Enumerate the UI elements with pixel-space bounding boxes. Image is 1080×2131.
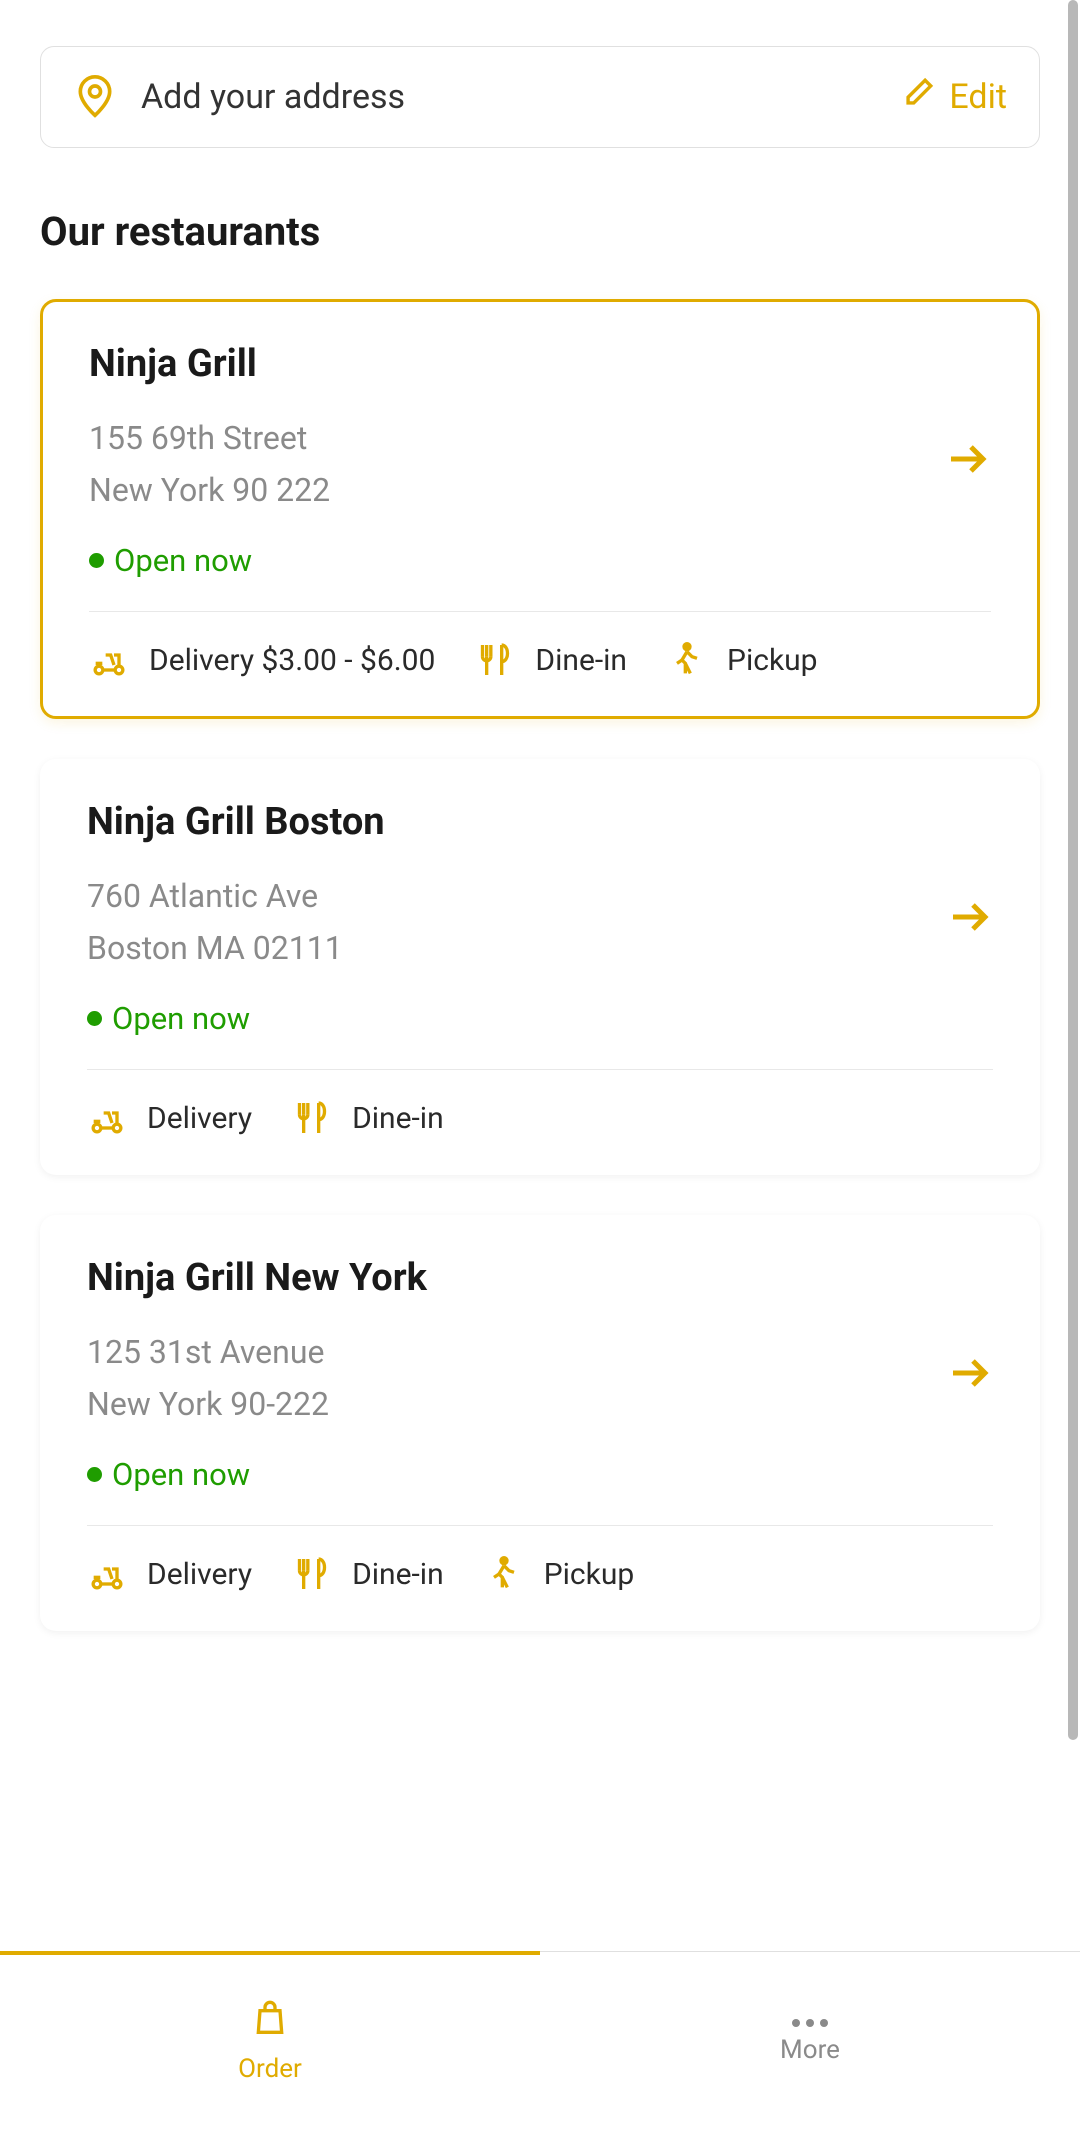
- service-item: Delivery: [87, 1554, 252, 1594]
- restaurant-name: Ninja Grill Boston: [87, 800, 921, 844]
- divider: [89, 611, 991, 612]
- service-item: Dine-in: [292, 1554, 444, 1594]
- section-title: Our restaurants: [40, 208, 1040, 255]
- edit-label: Edit: [949, 77, 1007, 117]
- utensils-icon: [475, 640, 515, 680]
- service-label: Dine-in: [352, 1101, 444, 1136]
- status-dot-icon: [89, 553, 104, 568]
- pencil-icon: [901, 76, 935, 119]
- service-label: Dine-in: [352, 1557, 444, 1592]
- restaurant-card[interactable]: Ninja Grill Boston 760 Atlantic AveBoston…: [40, 759, 1040, 1175]
- status-label: Open now: [112, 1000, 250, 1037]
- walk-icon: [484, 1554, 524, 1594]
- nav-more[interactable]: More: [540, 1952, 1080, 2131]
- utensils-icon: [292, 1554, 332, 1594]
- status-label: Open now: [114, 542, 252, 579]
- service-item: Delivery $3.00 - $6.00: [89, 640, 435, 680]
- moped-icon: [87, 1098, 127, 1138]
- service-item: Dine-in: [292, 1098, 444, 1138]
- restaurant-address-line1: 760 Atlantic Ave: [87, 872, 921, 920]
- service-item: Delivery: [87, 1098, 252, 1138]
- service-label: Delivery: [147, 1101, 252, 1136]
- service-item: Pickup: [484, 1554, 635, 1594]
- divider: [87, 1069, 993, 1070]
- edit-address-button[interactable]: Edit: [901, 76, 1007, 119]
- nav-order[interactable]: Order: [0, 1952, 540, 2131]
- service-label: Delivery $3.00 - $6.00: [149, 643, 435, 678]
- location-pin-icon: [73, 75, 117, 119]
- restaurant-address-line2: Boston MA 02111: [87, 924, 921, 972]
- service-label: Pickup: [727, 643, 818, 678]
- arrow-right-icon[interactable]: [921, 893, 993, 945]
- service-label: Pickup: [544, 1557, 635, 1592]
- nav-more-label: More: [780, 2035, 840, 2065]
- moped-icon: [87, 1554, 127, 1594]
- restaurant-name: Ninja Grill New York: [87, 1256, 921, 1300]
- status-dot-icon: [87, 1011, 102, 1026]
- restaurant-name: Ninja Grill: [89, 342, 919, 386]
- status-dot-icon: [87, 1467, 102, 1482]
- services-row: Delivery Dine-in Pickup: [87, 1554, 993, 1594]
- services-row: Delivery $3.00 - $6.00 Dine-in Pickup: [89, 640, 991, 680]
- service-label: Dine-in: [535, 643, 627, 678]
- bottom-nav: Order More: [0, 1951, 1080, 2131]
- service-label: Delivery: [147, 1557, 252, 1592]
- status-row: Open now: [87, 1456, 921, 1493]
- services-row: Delivery Dine-in: [87, 1098, 993, 1138]
- status-row: Open now: [89, 542, 919, 579]
- divider: [87, 1525, 993, 1526]
- address-placeholder: Add your address: [141, 77, 405, 117]
- restaurant-card[interactable]: Ninja Grill 155 69th StreetNew York 90 22…: [40, 299, 1040, 719]
- nav-order-label: Order: [238, 2054, 302, 2084]
- restaurant-address-line2: New York 90-222: [87, 1380, 921, 1428]
- bag-icon: [250, 1999, 290, 2046]
- restaurant-address-line1: 125 31st Avenue: [87, 1328, 921, 1376]
- status-row: Open now: [87, 1000, 921, 1037]
- address-bar[interactable]: Add your address Edit: [40, 46, 1040, 148]
- utensils-icon: [292, 1098, 332, 1138]
- arrow-right-icon[interactable]: [919, 435, 991, 487]
- arrow-right-icon[interactable]: [921, 1349, 993, 1401]
- scrollbar[interactable]: [1068, 0, 1078, 1740]
- service-item: Pickup: [667, 640, 818, 680]
- restaurant-address-line1: 155 69th Street: [89, 414, 919, 462]
- restaurant-card[interactable]: Ninja Grill New York 125 31st AvenueNew Y…: [40, 1215, 1040, 1631]
- service-item: Dine-in: [475, 640, 627, 680]
- walk-icon: [667, 640, 707, 680]
- status-label: Open now: [112, 1456, 250, 1493]
- restaurant-address-line2: New York 90 222: [89, 466, 919, 514]
- moped-icon: [89, 640, 129, 680]
- more-icon: [792, 2019, 828, 2027]
